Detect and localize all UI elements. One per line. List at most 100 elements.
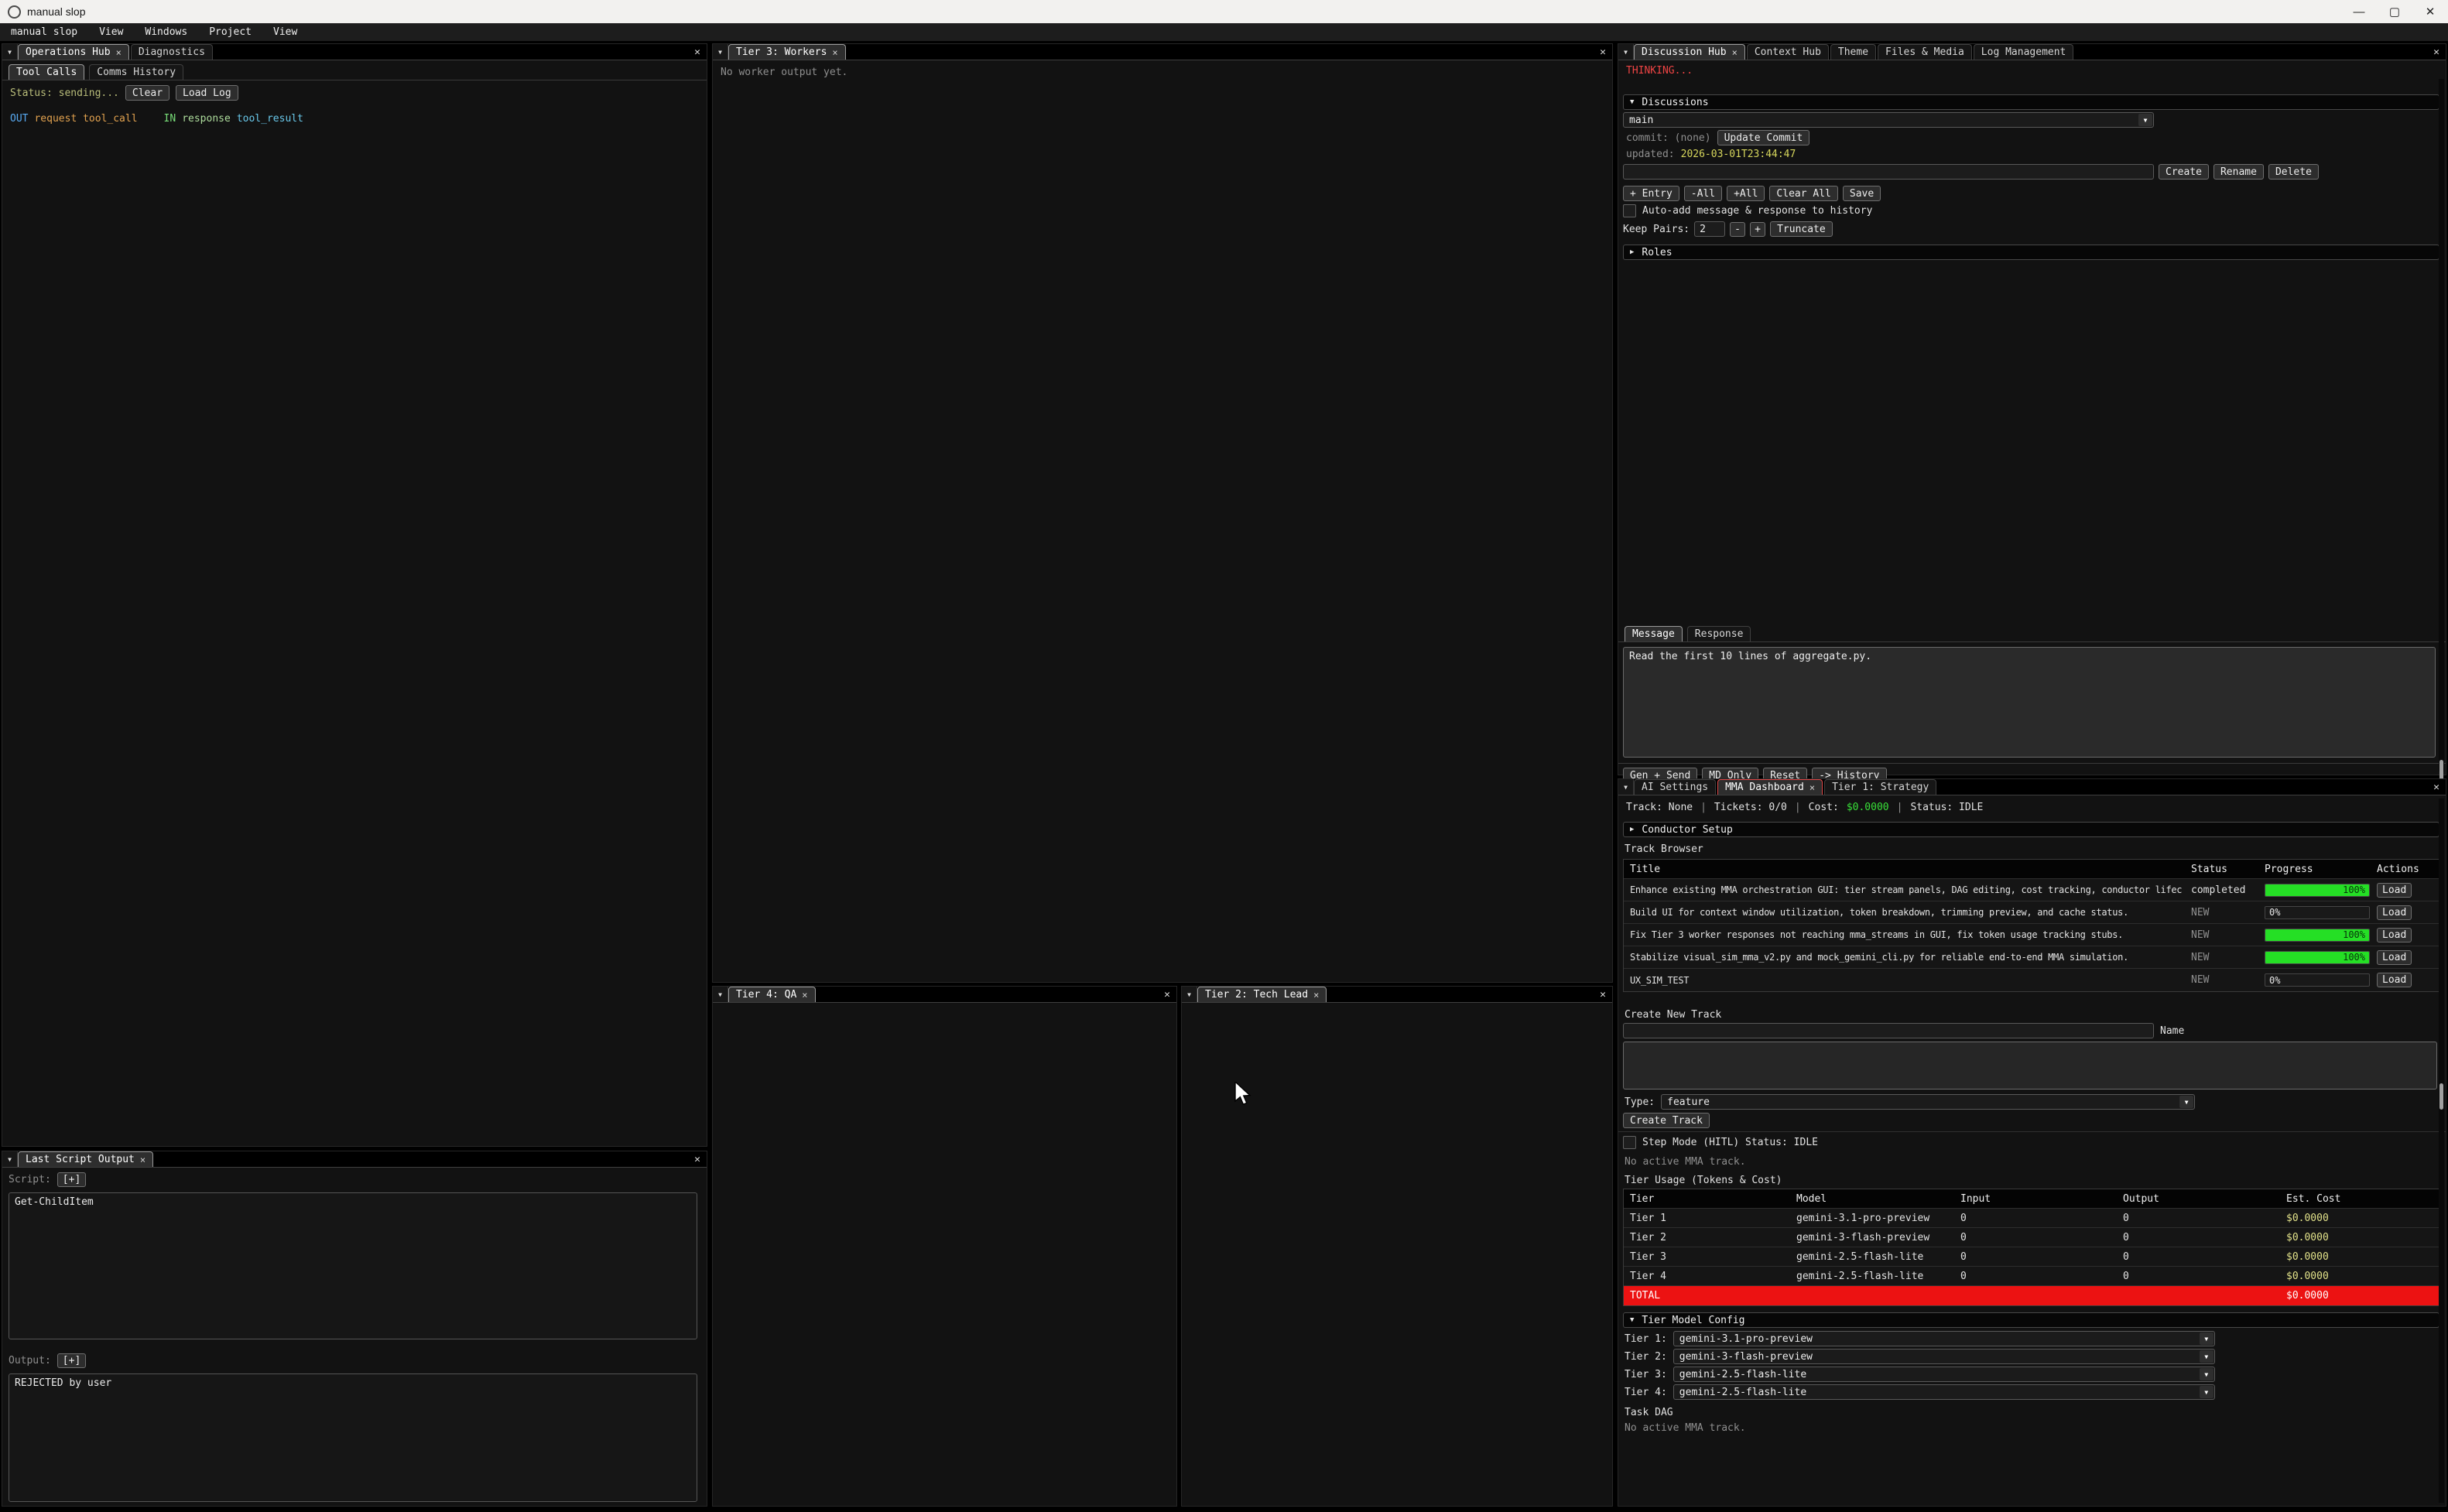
maximize-icon[interactable]: ▢ bbox=[2377, 0, 2412, 23]
new-track-desc-textarea[interactable] bbox=[1623, 1042, 2437, 1090]
legend-out: OUT bbox=[10, 113, 28, 125]
keep-pairs-plus-button[interactable]: + bbox=[1750, 222, 1765, 237]
expand-all-button[interactable]: +All bbox=[1727, 186, 1765, 201]
autoadd-checkbox[interactable] bbox=[1623, 204, 1636, 217]
step-mode-checkbox[interactable] bbox=[1623, 1136, 1636, 1149]
tab-tier2-tech-lead[interactable]: Tier 2: Tech Lead × bbox=[1197, 987, 1327, 1002]
tab-last-script-output[interactable]: Last Script Output × bbox=[18, 1151, 153, 1167]
tab-close-icon[interactable]: × bbox=[802, 990, 807, 1001]
tab-tier3-workers[interactable]: Tier 3: Workers × bbox=[728, 44, 846, 60]
menu-item-view[interactable]: View bbox=[99, 26, 123, 38]
track-title: Stabilize visual_sim_mma_v2.py and mock_… bbox=[1624, 952, 2185, 963]
tab-diagnostics[interactable]: Diagnostics bbox=[131, 44, 213, 60]
output-expand-button[interactable]: [+] bbox=[57, 1353, 86, 1368]
tab-files-media[interactable]: Files & Media bbox=[1878, 44, 1972, 60]
close-icon[interactable]: ✕ bbox=[2412, 0, 2448, 23]
tab-discussion-hub[interactable]: Discussion Hub × bbox=[1634, 44, 1745, 60]
new-track-name-input[interactable] bbox=[1623, 1023, 2154, 1038]
subtab-response[interactable]: Response bbox=[1687, 626, 1751, 641]
vertical-scrollbar[interactable] bbox=[2439, 79, 2444, 771]
tab-close-icon[interactable]: × bbox=[832, 47, 837, 58]
menu-item-view-2[interactable]: View bbox=[273, 26, 297, 38]
panel-close-icon[interactable]: ✕ bbox=[1600, 989, 1606, 1001]
load-button[interactable]: Load bbox=[2377, 928, 2412, 942]
create-button[interactable]: Create bbox=[2159, 164, 2209, 180]
tab-list-icon[interactable]: ▼ bbox=[713, 44, 728, 60]
panel-close-icon[interactable]: ✕ bbox=[694, 1154, 700, 1165]
no-active-track-text: No active MMA track. bbox=[1625, 1156, 1746, 1168]
subtab-message[interactable]: Message bbox=[1625, 626, 1683, 641]
keep-pairs-input[interactable] bbox=[1694, 221, 1725, 237]
tier1-model-select[interactable]: gemini-3.1-pro-preview ▼ bbox=[1673, 1331, 2215, 1346]
save-button[interactable]: Save bbox=[1843, 186, 1881, 201]
tab-list-icon[interactable]: ▼ bbox=[2, 1151, 18, 1167]
load-button[interactable]: Load bbox=[2377, 950, 2412, 965]
tab-mma-dashboard[interactable]: MMA Dashboard × bbox=[1717, 779, 1823, 795]
panel-close-icon[interactable]: ✕ bbox=[694, 46, 700, 58]
vertical-scrollbar[interactable] bbox=[2439, 799, 2444, 1503]
tab-list-icon[interactable]: ▼ bbox=[1182, 987, 1197, 1002]
subtab-comms-history[interactable]: Comms History bbox=[89, 64, 183, 80]
script-expand-button[interactable]: [+] bbox=[57, 1172, 86, 1187]
subtab-tool-calls[interactable]: Tool Calls bbox=[9, 64, 84, 80]
load-log-button[interactable]: Load Log bbox=[176, 85, 238, 101]
panel-close-icon[interactable]: ✕ bbox=[1600, 46, 1606, 58]
tab-list-icon[interactable]: ▼ bbox=[713, 987, 728, 1002]
truncate-button[interactable]: Truncate bbox=[1770, 221, 1833, 237]
discussion-hub-panel: ▼ Discussion Hub × Context Hub Theme Fil… bbox=[1618, 43, 2446, 775]
tab-list-icon[interactable]: ▼ bbox=[1618, 779, 1634, 795]
create-track-button[interactable]: Create Track bbox=[1623, 1113, 1710, 1128]
output-textarea[interactable]: REJECTED by user bbox=[9, 1373, 697, 1502]
discussion-select[interactable]: main ▼ bbox=[1623, 112, 2154, 128]
menu-item-project[interactable]: Project bbox=[209, 26, 252, 38]
tab-close-icon[interactable]: × bbox=[116, 47, 122, 58]
tab-close-icon[interactable]: × bbox=[1732, 47, 1738, 58]
tab-close-icon[interactable]: × bbox=[1313, 990, 1319, 1001]
progress-bar: 100% bbox=[2265, 929, 2370, 942]
rename-button[interactable]: Rename bbox=[2213, 164, 2264, 180]
tab-operations-hub[interactable]: Operations Hub × bbox=[18, 44, 129, 60]
clear-all-button[interactable]: Clear All bbox=[1769, 186, 1837, 201]
minimize-icon[interactable]: — bbox=[2341, 0, 2377, 23]
update-commit-button[interactable]: Update Commit bbox=[1717, 130, 1810, 145]
tab-log-management[interactable]: Log Management bbox=[1974, 44, 2074, 60]
task-dag-label: Task DAG bbox=[1625, 1407, 1673, 1418]
script-textarea[interactable]: Get-ChildItem bbox=[9, 1192, 697, 1339]
track-type-select[interactable]: feature ▼ bbox=[1661, 1094, 2195, 1110]
add-entry-button[interactable]: + Entry bbox=[1623, 186, 1679, 201]
tab-list-icon[interactable]: ▼ bbox=[2, 44, 18, 60]
chevron-down-icon: ▼ bbox=[2200, 1350, 2213, 1363]
load-button[interactable]: Load bbox=[2377, 905, 2412, 920]
roles-section-header[interactable]: ▶ Roles bbox=[1623, 245, 2439, 260]
tier4-model-select[interactable]: gemini-2.5-flash-lite ▼ bbox=[1673, 1384, 2215, 1400]
message-textarea[interactable]: Read the first 10 lines of aggregate.py. bbox=[1623, 647, 2436, 758]
conductor-setup-header[interactable]: ▶ Conductor Setup bbox=[1623, 822, 2439, 837]
tier2-model-select[interactable]: gemini-3-flash-preview ▼ bbox=[1673, 1349, 2215, 1364]
tier2-label: Tier 2: bbox=[1625, 1351, 1667, 1363]
tab-ai-settings[interactable]: AI Settings bbox=[1634, 779, 1716, 795]
load-button[interactable]: Load bbox=[2377, 883, 2412, 898]
tab-close-icon[interactable]: × bbox=[1809, 782, 1815, 793]
delete-button[interactable]: Delete bbox=[2268, 164, 2319, 180]
panel-close-icon[interactable]: ✕ bbox=[2433, 46, 2439, 58]
tier3-model-select[interactable]: gemini-2.5-flash-lite ▼ bbox=[1673, 1367, 2215, 1382]
tab-tier1-strategy[interactable]: Tier 1: Strategy bbox=[1824, 779, 1936, 795]
tab-theme[interactable]: Theme bbox=[1830, 44, 1876, 60]
tab-tier4-qa[interactable]: Tier 4: QA × bbox=[728, 987, 816, 1002]
discussion-name-input[interactable] bbox=[1623, 164, 2154, 180]
menu-item-manual-slop[interactable]: manual slop bbox=[11, 26, 77, 38]
tier2-tech-lead-panel: ▼ Tier 2: Tech Lead × ✕ bbox=[1181, 986, 1613, 1507]
load-button[interactable]: Load bbox=[2377, 973, 2412, 987]
menu-item-windows[interactable]: Windows bbox=[145, 26, 187, 38]
tier-model-config-header[interactable]: ▼ Tier Model Config bbox=[1623, 1312, 2439, 1328]
tab-context-hub[interactable]: Context Hub bbox=[1747, 44, 1829, 60]
scrollbar-thumb[interactable] bbox=[2439, 1083, 2443, 1110]
collapse-all-button[interactable]: -All bbox=[1684, 186, 1722, 201]
tab-list-icon[interactable]: ▼ bbox=[1618, 44, 1634, 60]
keep-pairs-minus-button[interactable]: - bbox=[1730, 222, 1745, 237]
panel-close-icon[interactable]: ✕ bbox=[2433, 782, 2439, 793]
clear-button[interactable]: Clear bbox=[125, 85, 169, 101]
tab-close-icon[interactable]: × bbox=[140, 1155, 146, 1165]
panel-close-icon[interactable]: ✕ bbox=[1164, 989, 1170, 1001]
discussions-section-header[interactable]: ▼ Discussions bbox=[1623, 94, 2439, 110]
